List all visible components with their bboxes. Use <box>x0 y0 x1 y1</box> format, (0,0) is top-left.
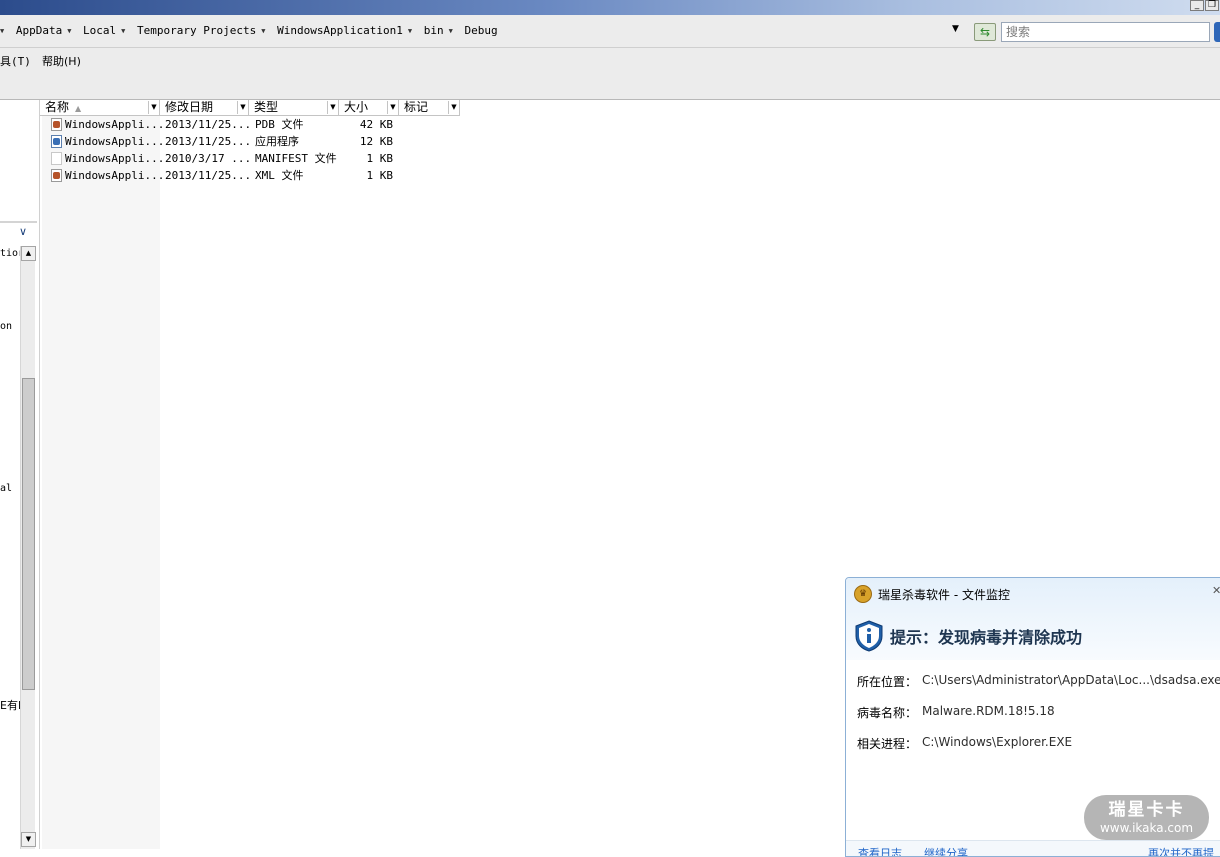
file-row[interactable]: WindowsAppli... 2013/11/25... XML 文件 1 K… <box>40 167 460 184</box>
column-filter-dropdown-icon[interactable]: ▼ <box>148 101 159 114</box>
file-name: WindowsAppli... <box>65 169 165 182</box>
column-header-label: 大小 <box>344 100 369 114</box>
file-row[interactable]: WindowsAppli... 2013/11/25... 应用程序 12 KB <box>40 133 460 150</box>
popup-message: 提示：发现病毒并清除成功 <box>890 628 1083 647</box>
breadcrumb-item-bin[interactable]: bin <box>424 24 444 37</box>
close-icon[interactable]: ✕ <box>1212 584 1220 597</box>
watermark-title: 瑞星卡卡 <box>1108 800 1185 820</box>
file-size: 12 KB <box>359 135 393 148</box>
menu-help[interactable]: 帮助(H) <box>42 53 81 69</box>
file-date: 2013/11/25... <box>165 118 252 131</box>
menu-tools[interactable]: 具(T) <box>0 53 31 69</box>
file-size: 42 KB <box>359 118 393 131</box>
share-link[interactable]: 继续分享 <box>924 845 968 856</box>
breadcrumb-item-local[interactable]: Local <box>83 24 116 37</box>
column-header-label: 名称 <box>45 100 70 114</box>
view-log-link[interactable]: 查看日志 <box>858 845 902 856</box>
address-history-dropdown-icon[interactable]: ▼ <box>952 24 959 34</box>
popup-header: ♛ 瑞星杀毒软件 - 文件监控 ✕ 提示：发现病毒并清除成功 <box>846 578 1220 660</box>
file-name: WindowsAppli... <box>65 152 165 165</box>
virus-name-label: 病毒名称： <box>857 706 918 720</box>
breadcrumb-chevron-icon[interactable]: ▼ <box>261 27 265 35</box>
column-filter-dropdown-icon[interactable]: ▼ <box>387 101 398 114</box>
column-header-name[interactable]: 名称 ▲ ▼ <box>40 100 160 116</box>
column-filter-dropdown-icon[interactable]: ▼ <box>448 101 459 114</box>
column-header-label: 标记 <box>404 100 429 114</box>
minimize-button[interactable]: _ <box>1190 0 1204 11</box>
menu-bar: 具(T) 帮助(H) <box>0 48 1220 100</box>
breadcrumb-chevron-icon[interactable]: ▼ <box>449 27 453 35</box>
breadcrumb-item-windowsapplication1[interactable]: WindowsApplication1 <box>277 24 403 37</box>
column-filter-dropdown-icon[interactable]: ▼ <box>327 101 338 114</box>
scroll-down-arrow-icon[interactable]: ▼ <box>21 832 36 847</box>
info-shield-icon <box>855 620 883 652</box>
file-type: MANIFEST 文件 <box>255 152 337 165</box>
search-input[interactable] <box>1001 22 1210 42</box>
breadcrumb-item-debug[interactable]: Debug <box>464 24 497 37</box>
column-header-size[interactable]: 大小 ▼ <box>339 100 399 116</box>
file-date: 2013/11/25... <box>165 135 252 148</box>
column-header-label: 修改日期 <box>165 100 214 114</box>
ikaka-watermark: 瑞星卡卡 www.ikaka.com <box>1084 795 1209 840</box>
file-type: 应用程序 <box>255 135 299 148</box>
sort-ascending-icon: ▲ <box>75 104 82 113</box>
breadcrumb: ▼ AppData ▼ Local ▼ Temporary Projects ▼ Wi… <box>0 24 500 37</box>
xml-file-icon <box>51 169 62 182</box>
navigation-scrollbar[interactable]: ▲ ▼ <box>20 246 36 849</box>
restore-button[interactable]: ❐ <box>1205 0 1219 11</box>
file-date: 2010/3/17 ... <box>165 152 252 165</box>
process-label: 相关进程： <box>857 737 918 751</box>
window-title-bar: _ ❐ <box>0 0 1220 15</box>
sorted-column-highlight <box>42 116 160 849</box>
breadcrumb-chevron-icon[interactable]: ▼ <box>0 27 4 35</box>
blank-file-icon <box>51 152 62 165</box>
breadcrumb-chevron-icon[interactable]: ▼ <box>121 27 125 35</box>
nav-item-fragment[interactable]: al <box>0 483 12 494</box>
column-filter-dropdown-icon[interactable]: ▼ <box>237 101 248 114</box>
virus-name-value: Malware.RDM.18!5.18 <box>922 704 1055 718</box>
application-icon <box>51 135 62 148</box>
nav-item-fragment[interactable]: on <box>0 321 12 332</box>
file-name: WindowsAppli... <box>65 118 165 131</box>
file-row[interactable]: WindowsAppli... 2010/3/17 ... MANIFEST 文… <box>40 150 460 167</box>
scroll-up-arrow-icon[interactable]: ▲ <box>21 246 36 261</box>
search-icon[interactable] <box>1214 22 1220 42</box>
file-size: 1 KB <box>366 152 394 165</box>
file-date: 2013/11/25... <box>165 169 252 182</box>
file-type: PDB 文件 <box>255 118 304 131</box>
navigation-pane: ∨ tior on al E有E ▲ ▼ <box>0 100 40 849</box>
refresh-button[interactable]: ⇆ <box>974 23 996 41</box>
refresh-icon: ⇆ <box>979 25 991 39</box>
file-size: 1 KB <box>366 169 394 182</box>
breadcrumb-item-temporary-projects[interactable]: Temporary Projects <box>137 24 256 37</box>
column-header-date[interactable]: 修改日期 ▼ <box>160 100 249 116</box>
pdb-file-icon <box>51 118 62 131</box>
breadcrumb-chevron-icon[interactable]: ▼ <box>408 27 412 35</box>
location-label: 所在位置： <box>857 675 918 689</box>
file-type: XML 文件 <box>255 169 304 182</box>
column-header-row: 名称 ▲ ▼ 修改日期 ▼ 类型 ▼ 大小 ▼ 标记 ▼ <box>40 100 460 116</box>
file-row[interactable]: WindowsAppli... 2013/11/25... PDB 文件 42 … <box>40 116 460 133</box>
pane-divider <box>0 221 37 223</box>
location-value: C:\Users\Administrator\AppData\Loc...\ds… <box>922 673 1220 687</box>
column-header-type[interactable]: 类型 ▼ <box>249 100 339 116</box>
address-bar: ▼ AppData ▼ Local ▼ Temporary Projects ▼ Wi… <box>0 15 1220 48</box>
column-header-tags[interactable]: 标记 ▼ <box>399 100 460 116</box>
rising-lion-logo-icon: ♛ <box>854 585 872 603</box>
chevron-down-icon[interactable]: ∨ <box>19 225 27 238</box>
popup-title: 瑞星杀毒软件 - 文件监控 <box>878 588 1010 602</box>
column-header-label: 类型 <box>254 100 279 114</box>
dont-show-again-link[interactable]: 再次并不再提 <box>1148 845 1214 856</box>
breadcrumb-chevron-icon[interactable]: ▼ <box>67 27 71 35</box>
breadcrumb-item-appdata[interactable]: AppData <box>16 24 62 37</box>
watermark-url: www.ikaka.com <box>1099 821 1194 835</box>
process-value: C:\Windows\Explorer.EXE <box>922 735 1073 749</box>
file-name: WindowsAppli... <box>65 135 165 148</box>
scrollbar-thumb[interactable] <box>22 378 35 690</box>
